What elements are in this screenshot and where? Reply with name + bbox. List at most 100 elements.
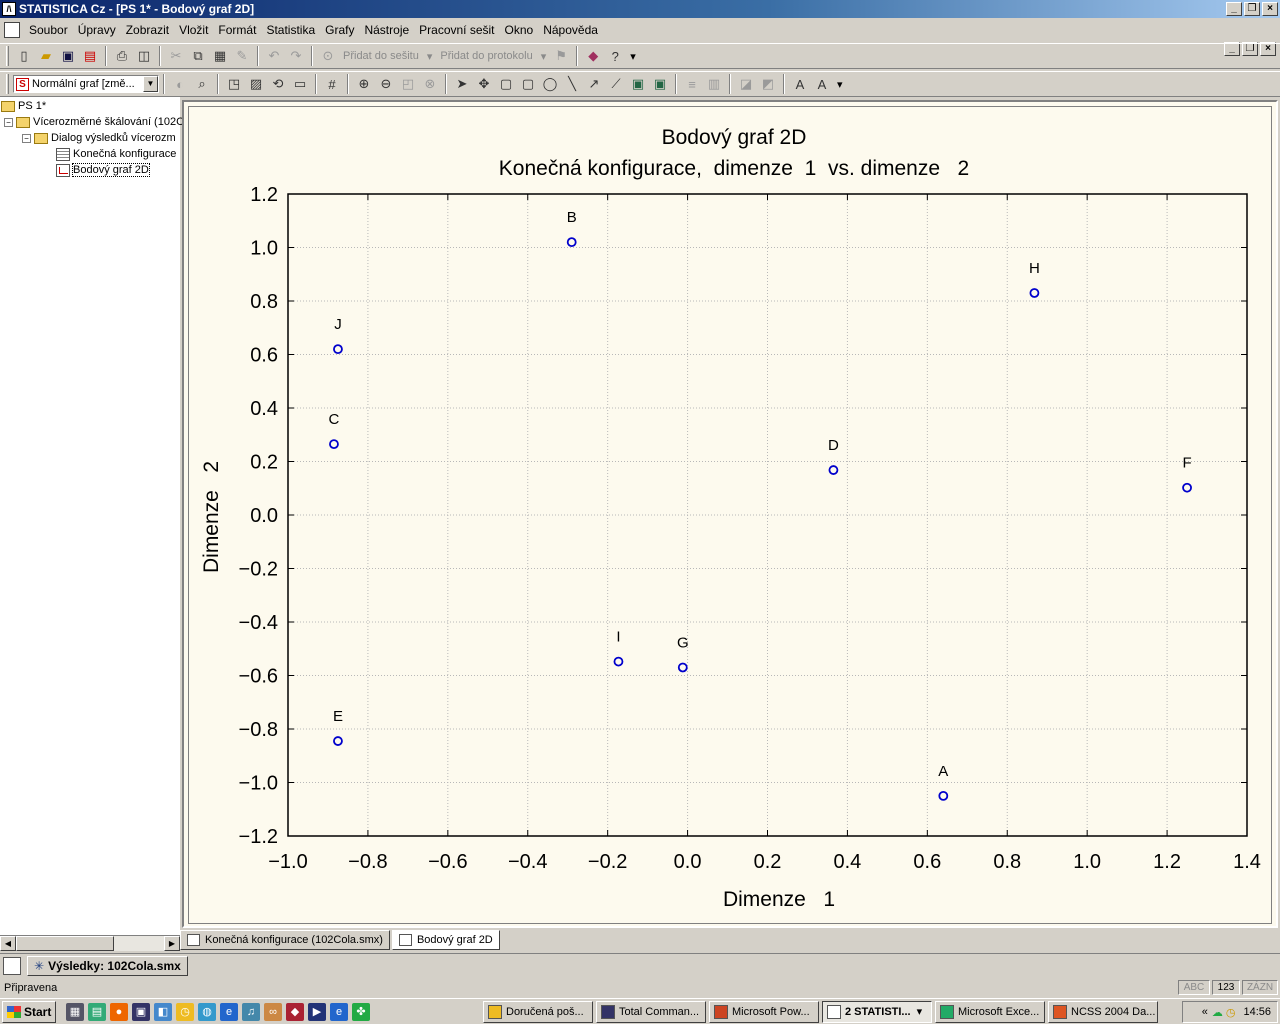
graph-wizard-icon[interactable]: ⟲ bbox=[268, 74, 288, 94]
font-size-up-icon[interactable]: A bbox=[790, 74, 810, 94]
help-pointer-icon[interactable]: ? bbox=[605, 46, 625, 66]
show-desktop-icon[interactable]: ▦ bbox=[66, 1002, 84, 1021]
format-painter-icon[interactable]: ✎ bbox=[232, 46, 252, 66]
internet-explorer-icon[interactable]: e bbox=[220, 1002, 238, 1021]
tree-final-configuration[interactable]: Konečná konfigurace bbox=[56, 146, 176, 162]
scatter-point-d[interactable]: D bbox=[828, 437, 839, 475]
tree-root[interactable]: PS 1* bbox=[1, 98, 46, 114]
menu-zobrazit[interactable]: Zobrazit bbox=[121, 23, 174, 37]
zoom-in-icon[interactable]: ⊕ bbox=[354, 74, 374, 94]
add-to-report-button[interactable]: Přidat do protokolu bbox=[436, 50, 536, 62]
point-marker[interactable] bbox=[1182, 482, 1192, 493]
undo-icon[interactable]: ↶ bbox=[264, 46, 284, 66]
quicklaunch-glasses-icon[interactable]: ∞ bbox=[264, 1002, 282, 1021]
zoom-tool-icon[interactable]: ⌕ bbox=[192, 74, 212, 94]
zoom-fit-icon[interactable]: ◰ bbox=[398, 74, 418, 94]
graph-area[interactable]: Bodový graf 2D Konečná konfigurace, dime… bbox=[188, 106, 1272, 924]
quicklaunch-book-icon[interactable]: ▤ bbox=[88, 1002, 106, 1021]
point-marker[interactable] bbox=[566, 237, 577, 248]
chart-line-icon[interactable] bbox=[3, 956, 21, 975]
add-to-workbook-button[interactable]: Přidat do sešitu bbox=[339, 50, 423, 62]
itunes-icon[interactable]: ♫ bbox=[242, 1002, 260, 1021]
scroll-left-icon[interactable]: ◀ bbox=[0, 936, 16, 951]
scatter-point-b[interactable]: B bbox=[566, 209, 577, 248]
tree-analysis-node[interactable]: − Vícerozměrné škálování (102C bbox=[4, 114, 184, 130]
collapse-icon[interactable]: − bbox=[4, 117, 13, 127]
tab-final-configuration[interactable]: Konečná konfigurace (102Cola.smx) bbox=[180, 930, 390, 950]
plot-layout-icon[interactable]: ▨ bbox=[246, 74, 266, 94]
send-to-back-icon[interactable]: ◩ bbox=[758, 74, 778, 94]
draw-rounded-rectangle-icon[interactable]: ▢ bbox=[518, 74, 538, 94]
quicklaunch-search-icon[interactable]: ◍ bbox=[198, 1002, 216, 1021]
link-object-icon[interactable]: ▣ bbox=[650, 74, 670, 94]
task-total-commander[interactable]: Total Comman... bbox=[596, 1000, 706, 1023]
menu-statistika[interactable]: Statistika bbox=[261, 23, 320, 37]
firefox-icon[interactable]: ● bbox=[110, 1002, 128, 1021]
pointer-arrow-icon[interactable]: ➤ bbox=[452, 74, 472, 94]
statistica-app-icon[interactable]: /\ bbox=[2, 2, 16, 16]
quicklaunch-diamond-icon[interactable]: ◆ bbox=[286, 1002, 304, 1021]
embed-object-icon[interactable]: ▣ bbox=[628, 74, 648, 94]
paste-icon[interactable]: ▦ bbox=[210, 46, 230, 66]
point-marker[interactable] bbox=[828, 465, 839, 475]
toolbar-grip[interactable] bbox=[6, 46, 9, 66]
new-file-icon[interactable]: ▯ bbox=[14, 46, 34, 66]
draw-rectangle-icon[interactable]: ▢ bbox=[496, 74, 516, 94]
tree-dialog-node[interactable]: − Dialog výsledků vícerozm bbox=[22, 130, 176, 146]
point-marker[interactable] bbox=[333, 344, 343, 355]
point-marker[interactable] bbox=[333, 736, 343, 746]
font-size-down-icon[interactable]: A bbox=[812, 74, 832, 94]
task-statistica[interactable]: 2 STATISTI... ▾ bbox=[822, 1000, 932, 1023]
menu-format[interactable]: Formát bbox=[213, 23, 261, 37]
document-icon[interactable] bbox=[4, 22, 20, 38]
edit-points-icon[interactable]: ✥ bbox=[474, 74, 494, 94]
draw-line-icon[interactable]: ╲ bbox=[562, 74, 582, 94]
align-left-icon[interactable]: ≡ bbox=[682, 74, 702, 94]
tree-horizontal-scrollbar[interactable]: ◀ ▶ bbox=[0, 935, 180, 951]
bring-to-front-icon[interactable]: ◪ bbox=[736, 74, 756, 94]
zoom-out-icon[interactable]: ⊖ bbox=[376, 74, 396, 94]
scatter-point-c[interactable]: C bbox=[329, 411, 340, 450]
binoculars-icon[interactable]: ⊙ bbox=[318, 46, 338, 66]
align-grid-icon[interactable]: ▥ bbox=[704, 74, 724, 94]
cut-icon[interactable]: ✂ bbox=[166, 46, 186, 66]
point-marker[interactable] bbox=[677, 662, 688, 673]
help-dropdown-icon[interactable]: ▾ bbox=[626, 50, 640, 63]
statistica-book-icon[interactable]: ◆ bbox=[583, 46, 603, 66]
print-icon[interactable]: ⎙ bbox=[112, 46, 132, 66]
restore-button[interactable]: ❐ bbox=[1244, 2, 1260, 16]
scatter-point-f[interactable]: F bbox=[1182, 455, 1192, 493]
menu-upravy[interactable]: Úpravy bbox=[73, 23, 121, 37]
quicklaunch-app-icon[interactable]: ◧ bbox=[154, 1002, 172, 1021]
add-to-workbook-dropdown-icon[interactable]: ▾ bbox=[423, 50, 437, 63]
point-marker[interactable] bbox=[1029, 288, 1040, 298]
menu-grafy[interactable]: Grafy bbox=[320, 23, 359, 37]
scatter-point-h[interactable]: H bbox=[1029, 260, 1040, 298]
scatter-point-a[interactable]: A bbox=[938, 763, 948, 801]
print-preview-icon[interactable]: ◫ bbox=[134, 46, 154, 66]
graph-options-icon[interactable]: ◳ bbox=[224, 74, 244, 94]
redo-icon[interactable]: ↷ bbox=[286, 46, 306, 66]
quicklaunch-save-icon[interactable]: ▣ bbox=[132, 1002, 150, 1021]
draw-polyline-icon[interactable]: ⟋ bbox=[606, 74, 626, 94]
task-powerpoint[interactable]: Microsoft Pow... bbox=[709, 1000, 819, 1023]
tray-network-icon[interactable]: ☁ bbox=[1212, 1006, 1223, 1019]
task-excel[interactable]: Microsoft Exce... bbox=[935, 1000, 1045, 1023]
scatter-point-j[interactable]: J bbox=[333, 316, 343, 355]
point-marker[interactable] bbox=[329, 439, 339, 450]
toolbar-grip[interactable] bbox=[6, 74, 9, 94]
scrollbar-thumb[interactable] bbox=[16, 936, 114, 951]
grid-icon[interactable]: # bbox=[322, 74, 342, 94]
menu-nastroje[interactable]: Nástroje bbox=[359, 23, 414, 37]
start-button[interactable]: Start bbox=[2, 1000, 56, 1023]
draw-arrow-icon[interactable]: ↗ bbox=[584, 74, 604, 94]
media-player-icon[interactable]: ▶ bbox=[308, 1002, 326, 1021]
pdf-icon[interactable]: ▤ bbox=[80, 46, 100, 66]
scatter-point-e[interactable]: E bbox=[333, 708, 343, 746]
add-to-report-dropdown-icon[interactable]: ▾ bbox=[537, 50, 551, 63]
menu-soubor[interactable]: Soubor bbox=[24, 23, 73, 37]
collapse-icon[interactable]: − bbox=[22, 133, 31, 143]
copy-icon[interactable]: ⧉ bbox=[188, 46, 208, 66]
brush-icon[interactable]: ◐ bbox=[170, 74, 190, 94]
quicklaunch-clover-icon[interactable]: ✤ bbox=[352, 1002, 370, 1021]
